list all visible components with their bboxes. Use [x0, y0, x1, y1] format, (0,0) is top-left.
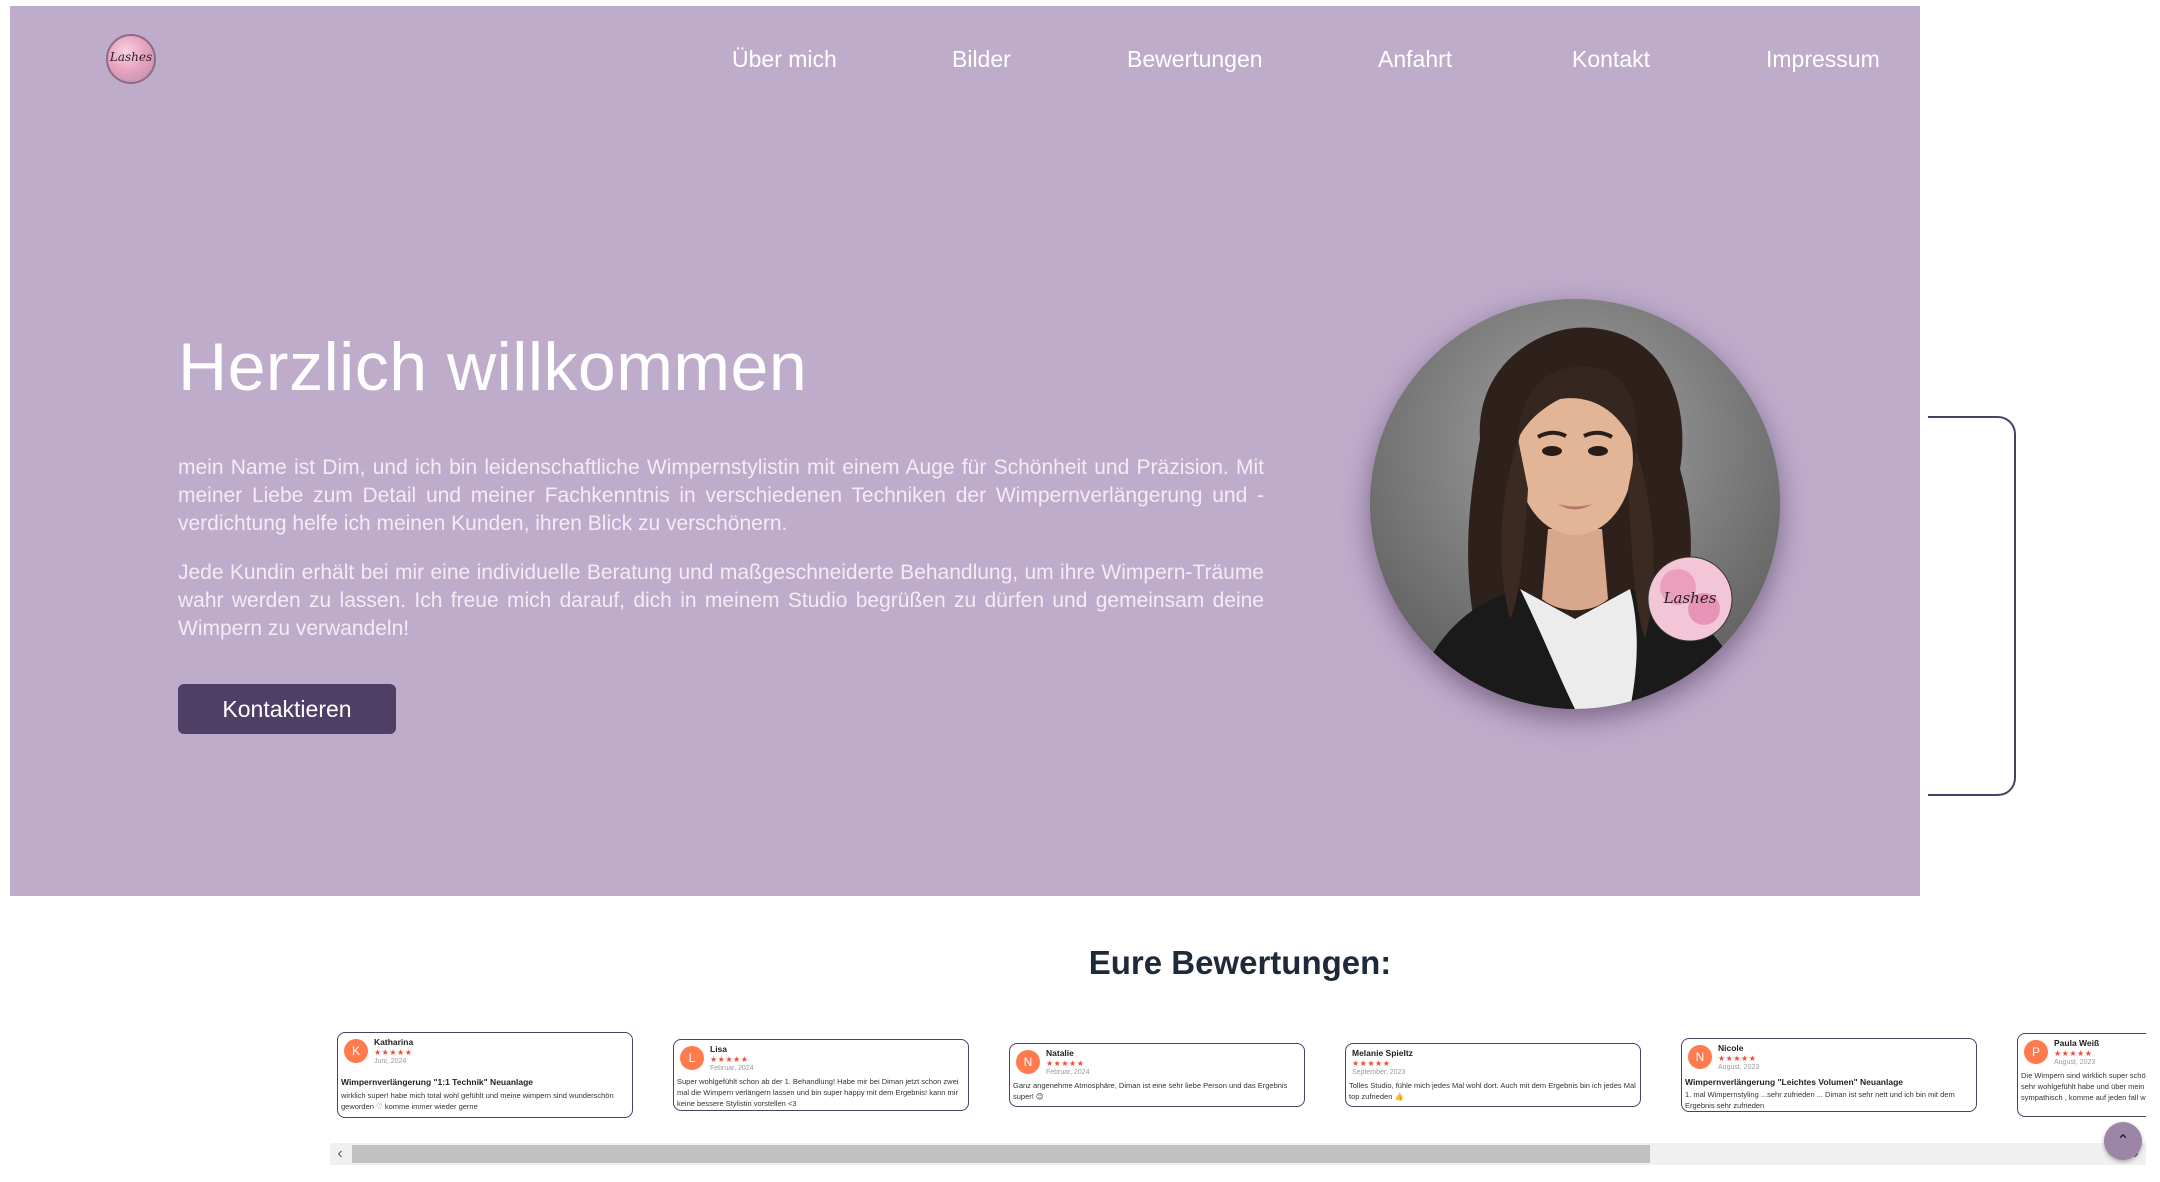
review-body: Tolles Studio, fühle mich jedes Mal wohl…	[1349, 1081, 1636, 1101]
hero-intro-paragraph: mein Name ist Dim, und ich bin leidensch…	[178, 456, 1264, 535]
reviewer-avatar: P	[2024, 1040, 2048, 1064]
review-body: Super wohlgefühlt schon ab der 1. Behand…	[677, 1077, 959, 1108]
reviewer-avatar: K	[344, 1039, 368, 1063]
review-card: N Natalie ★★★★★ Februar, 2024 Ganz angen…	[1009, 1043, 1305, 1107]
review-body: 1. mal Wimpernstyling ...sehr zufrieden …	[1685, 1090, 1955, 1110]
review-body: wirklich super! habe mich total wohl gef…	[341, 1091, 614, 1111]
contact-button[interactable]: Kontaktieren	[178, 684, 396, 734]
review-stars: ★★★★★	[2054, 1049, 2093, 1058]
review-card: M Melanie Spieltz ★★★★★ September, 2023 …	[1345, 1043, 1641, 1107]
reviewer-name: Katharina	[374, 1037, 414, 1047]
nav-bilder[interactable]: Bilder	[952, 46, 1011, 73]
reviews-carousel[interactable]: K Katharina ★★★★★ Juni, 2024 Wimpernverl…	[330, 1024, 2146, 1152]
review-stars: ★★★★★	[1046, 1059, 1085, 1068]
nav-bewertungen[interactable]: Bewertungen	[1127, 46, 1263, 73]
reviewer-avatar: L	[680, 1046, 704, 1070]
hero-second-paragraph: Jede Kundin erhält bei mir eine individu…	[178, 561, 1264, 640]
review-title: Wimpernverlängerung "Leichtes Volumen" N…	[1685, 1077, 1904, 1087]
review-card: L Lisa ★★★★★ Februar, 2024 Super wohlgef…	[673, 1039, 969, 1111]
reviewer-avatar: N	[1016, 1050, 1040, 1074]
reviewer-name: Melanie Spieltz	[1352, 1048, 1413, 1058]
hero-section: Lashes Über mich Bilder Bewertungen Anfa…	[10, 6, 1920, 896]
review-card: N Nicole ★★★★★ August, 2023 Wimpernverlä…	[1681, 1038, 1977, 1112]
review-date: August, 2023	[1718, 1064, 1760, 1071]
review-date: August, 2023	[2054, 1059, 2096, 1066]
review-card: K Katharina ★★★★★ Juni, 2024 Wimpernverl…	[337, 1032, 633, 1118]
reviews-title: Eure Bewertungen:	[1088, 944, 1392, 981]
portrait-image: Lashes	[1370, 299, 1780, 709]
review-stars: ★★★★★	[1718, 1054, 1757, 1063]
review-card: P Paula Weiß ★★★★★ August, 2023 Die Wimp…	[2017, 1033, 2146, 1117]
nav-anfahrt[interactable]: Anfahrt	[1378, 46, 1452, 73]
back-to-top-icon[interactable]: ⌃	[2104, 1122, 2142, 1160]
hero-title: Herzlich willkommen	[178, 329, 808, 405]
nav-kontakt[interactable]: Kontakt	[1572, 46, 1650, 73]
horizontal-scrollbar[interactable]: ‹ ›	[330, 1143, 2146, 1165]
review-body: Ganz angenehme Atmosphäre, Diman ist ein…	[1013, 1081, 1288, 1101]
review-date: Februar, 2024	[1046, 1069, 1090, 1076]
reviewer-name: Nicole	[1718, 1043, 1744, 1053]
review-stars: ★★★★★	[1352, 1059, 1391, 1068]
reviewer-name: Paula Weiß	[2054, 1038, 2100, 1048]
reviewer-name: Lisa	[710, 1044, 728, 1054]
portrait-illustration	[1370, 299, 1780, 709]
review-date: September, 2023	[1352, 1069, 1406, 1076]
side-tab[interactable]	[1928, 416, 2016, 796]
nav-impressum[interactable]: Impressum	[1766, 46, 1880, 73]
review-date: Juni, 2024	[374, 1058, 407, 1065]
review-body: Die Wimpern sind wirklich super schön ge…	[2021, 1071, 2146, 1102]
page: Lashes Über mich Bilder Bewertungen Anfa…	[0, 0, 2160, 1182]
portrait-badge-text: Lashes	[1663, 589, 1717, 607]
main-nav: Über mich Bilder Bewertungen Anfahrt Kon…	[10, 46, 1920, 86]
reviewer-name: Natalie	[1046, 1048, 1074, 1058]
review-stars: ★★★★★	[374, 1048, 413, 1057]
review-title: Wimpernverlängerung "1:1 Technik" Neuanl…	[341, 1077, 534, 1087]
scroll-left-arrow-icon[interactable]: ‹	[330, 1143, 350, 1165]
reviewer-avatar: N	[1688, 1045, 1712, 1069]
review-stars: ★★★★★	[710, 1055, 749, 1064]
review-date: Februar, 2024	[710, 1065, 754, 1072]
nav-ueber-mich[interactable]: Über mich	[732, 46, 837, 73]
scrollbar-thumb[interactable]	[352, 1145, 1650, 1163]
